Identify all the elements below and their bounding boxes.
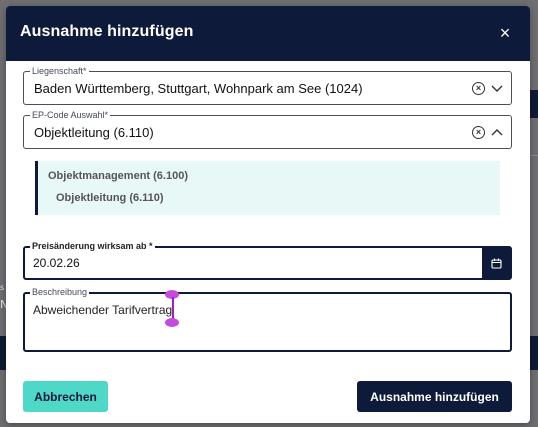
property-select[interactable]: Liegenschaft* Baden Württemberg, Stuttga… (23, 65, 512, 105)
chevron-up-icon[interactable] (491, 128, 503, 136)
option-objektleitung[interactable]: Objektleitung (6.110) (56, 192, 164, 204)
background-divider (530, 155, 538, 156)
background-header-bar (530, 90, 538, 118)
dialog-header: Ausnahme hinzufügen × (6, 6, 530, 61)
calendar-icon (490, 258, 502, 269)
clear-icon[interactable]: × (472, 126, 485, 139)
background-right-bar (530, 336, 538, 370)
text-cursor-handle-bottom[interactable] (165, 318, 179, 327)
add-exception-dialog: Ausnahme hinzufügen × Liegenschaft* Bade… (6, 6, 530, 423)
ep-code-select[interactable]: EP-Code Auswahl* Objektleitung (6.110) × (23, 109, 512, 149)
property-value: Baden Württemberg, Stuttgart, Wohnpark a… (34, 81, 363, 96)
ep-code-label: EP-Code Auswahl* (30, 109, 111, 121)
effective-date-field[interactable]: Preisänderung wirksam ab * 20.02.26 (23, 240, 512, 280)
property-label: Liegenschaft* (30, 65, 89, 77)
text-cursor (172, 297, 174, 319)
description-textarea[interactable]: Beschreibung Abweichender Tarifvertrag (23, 286, 512, 352)
effective-date-value: 20.02.26 (33, 256, 80, 270)
chevron-down-icon[interactable] (491, 85, 503, 93)
description-value: Abweichender Tarifvertrag (33, 303, 173, 317)
effective-date-label: Preisänderung wirksam ab * (30, 240, 155, 252)
add-exception-button[interactable]: Ausnahme hinzufügen (357, 381, 512, 412)
ep-code-options-list: Objektmanagement (6.100) Objektleitung (… (35, 161, 500, 215)
clear-icon[interactable]: × (472, 82, 485, 95)
calendar-button[interactable] (482, 248, 510, 278)
background-text-fragment: s (0, 283, 5, 292)
option-objektmanagement[interactable]: Objektmanagement (6.100) (48, 170, 188, 182)
close-icon[interactable]: × (496, 24, 514, 42)
description-label: Beschreibung (30, 286, 90, 298)
ep-code-value: Objektleitung (6.110) (34, 125, 154, 140)
dialog-title: Ausnahme hinzufügen (20, 23, 194, 40)
cancel-button[interactable]: Abbrechen (23, 381, 108, 412)
